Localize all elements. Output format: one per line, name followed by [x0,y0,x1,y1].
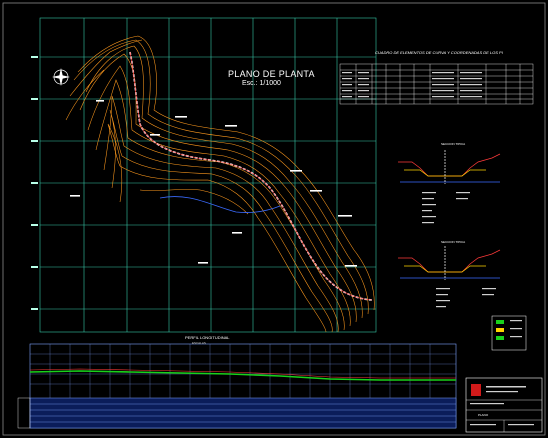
north-arrow-icon [52,68,70,86]
legend-box [491,315,527,351]
section-1-title: SECCION TIPICA [441,142,466,146]
title-block [465,377,543,433]
plan-scale: Esc.: 1/1000 [242,80,281,87]
drawing-frame [2,2,546,436]
title-block-label: PLANO [478,413,489,417]
plan-grid [39,17,377,333]
profile-title: PERFIL LONGITUDINAL [185,335,230,340]
typical-section-1 [398,150,501,184]
road-alignment [129,51,373,301]
drainage-line [159,196,281,213]
coordinates-table-values [342,72,482,98]
profile-subtitle: ESCALAS [192,341,206,345]
table-title: CUADRO DE ELEMENTOS DE CURVA Y COORDENAD… [375,50,503,55]
section-2-title: SECCION TIPICA [441,240,466,244]
section-1-notes [422,192,470,224]
grid-coordinate-labels [31,56,38,310]
longitudinal-profile [17,343,457,429]
topographic-contours [65,35,375,333]
typical-section-2 [398,246,501,280]
section-2-notes [436,288,496,308]
cad-drawing-sheet [2,2,546,436]
plan-title: PLANO DE PLANTA [228,69,315,79]
